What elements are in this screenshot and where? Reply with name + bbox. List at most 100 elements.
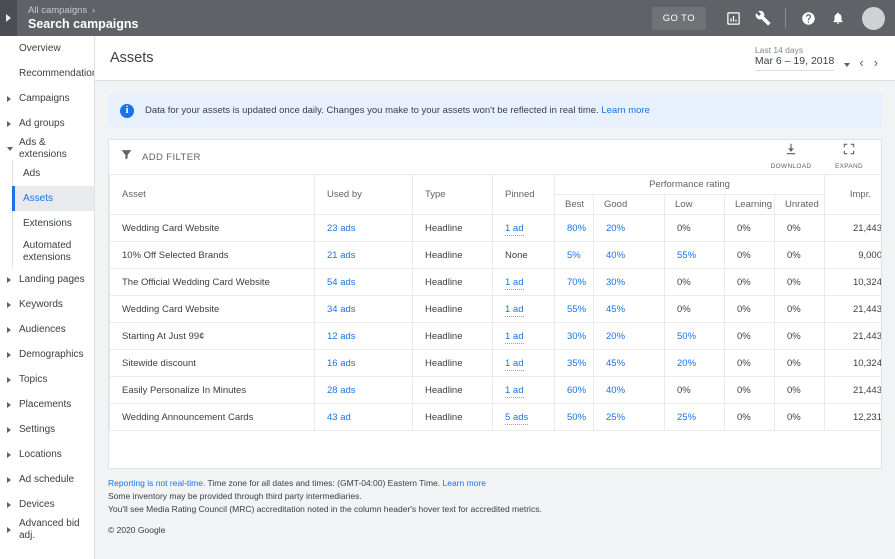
sidebar-item-landing-pages[interactable]: Landing pages: [0, 267, 94, 292]
sidebar-item-automated-extensions[interactable]: Automated extensions: [13, 236, 94, 267]
cell-pinned[interactable]: 1 ad: [493, 377, 555, 404]
cell-used-by[interactable]: 12 ads: [315, 323, 413, 350]
sidebar-item-audiences[interactable]: Audiences: [0, 317, 94, 342]
cell-low-link[interactable]: 20%: [677, 358, 696, 369]
cell-used-by[interactable]: 16 ads: [315, 350, 413, 377]
cell-low[interactable]: 20%: [665, 350, 725, 377]
go-to-button[interactable]: GO TO: [652, 7, 706, 30]
cell-best-link[interactable]: 5%: [567, 250, 581, 261]
download-button[interactable]: DOWNLOAD: [769, 142, 813, 170]
sidebar-item-advanced-bid-adj[interactable]: Advanced bid adj.: [0, 517, 94, 542]
cell-used-by[interactable]: 43 ad: [315, 404, 413, 431]
cell-good[interactable]: 30%: [594, 269, 665, 296]
cell-low-link[interactable]: 55%: [677, 250, 696, 261]
cell-used-by[interactable]: 21 ads: [315, 242, 413, 269]
cell-best[interactable]: 80%: [555, 215, 594, 242]
column-header-pinned[interactable]: Pinned: [493, 175, 555, 215]
chevron-down-icon[interactable]: [844, 63, 850, 67]
cell-pinned-link[interactable]: 1 ad: [505, 223, 524, 236]
cell-used-by-link[interactable]: 23 ads: [327, 223, 356, 234]
bar-chart-icon[interactable]: [718, 3, 748, 33]
add-filter-button[interactable]: ADD FILTER: [120, 148, 201, 166]
cell-pinned[interactable]: 1 ad: [493, 323, 555, 350]
cell-best[interactable]: 30%: [555, 323, 594, 350]
cell-good-link[interactable]: 45%: [606, 358, 625, 369]
sidebar-item-assets[interactable]: Assets: [13, 186, 94, 211]
sidebar-item-ad-schedule[interactable]: Ad schedule: [0, 467, 94, 492]
sidebar-item-devices[interactable]: Devices: [0, 492, 94, 517]
cell-used-by[interactable]: 54 ads: [315, 269, 413, 296]
cell-best[interactable]: 35%: [555, 350, 594, 377]
cell-good[interactable]: 20%: [594, 215, 665, 242]
cell-good[interactable]: 40%: [594, 377, 665, 404]
cell-good[interactable]: 40%: [594, 242, 665, 269]
learn-more-link[interactable]: Learn more: [601, 105, 650, 116]
cell-good[interactable]: 45%: [594, 350, 665, 377]
cell-best[interactable]: 50%: [555, 404, 594, 431]
cell-pinned-link[interactable]: 1 ad: [505, 331, 524, 344]
column-header-best[interactable]: Best: [555, 195, 594, 215]
cell-used-by-link[interactable]: 54 ads: [327, 277, 356, 288]
previous-period-button[interactable]: ‹: [854, 55, 868, 71]
cell-good-link[interactable]: 20%: [606, 331, 625, 342]
avatar[interactable]: [862, 7, 885, 30]
cell-low-link[interactable]: 50%: [677, 331, 696, 342]
cell-used-by[interactable]: 34 ads: [315, 296, 413, 323]
sidebar-expand-button[interactable]: [0, 0, 17, 36]
reporting-not-realtime-link[interactable]: Reporting is not real-time.: [108, 478, 205, 488]
sidebar-item-ad-groups[interactable]: Ad groups: [0, 111, 94, 136]
cell-used-by-link[interactable]: 34 ads: [327, 304, 356, 315]
cell-used-by[interactable]: 23 ads: [315, 215, 413, 242]
sidebar-item-ads-and-extensions[interactable]: Ads & extensions: [0, 136, 94, 161]
column-header-asset[interactable]: Asset: [110, 175, 315, 215]
cell-low[interactable]: 50%: [665, 323, 725, 350]
footer-learn-more-link[interactable]: Learn more: [442, 478, 485, 488]
sidebar-item-campaigns[interactable]: Campaigns: [0, 86, 94, 111]
cell-good-link[interactable]: 40%: [606, 250, 625, 261]
cell-pinned-link[interactable]: 1 ad: [505, 277, 524, 290]
sidebar-item-topics[interactable]: Topics: [0, 367, 94, 392]
cell-good-link[interactable]: 20%: [606, 223, 625, 234]
cell-used-by-link[interactable]: 21 ads: [327, 250, 356, 261]
breadcrumb-parent-link[interactable]: All campaigns: [28, 6, 87, 16]
cell-best[interactable]: 55%: [555, 296, 594, 323]
cell-best-link[interactable]: 80%: [567, 223, 586, 234]
column-header-low[interactable]: Low: [665, 195, 725, 215]
cell-good-link[interactable]: 25%: [606, 412, 625, 423]
column-header-learning[interactable]: Learning: [725, 195, 775, 215]
cell-pinned-link[interactable]: 1 ad: [505, 304, 524, 317]
sidebar-item-recommendations[interactable]: Recommendations: [0, 61, 94, 86]
bell-icon[interactable]: [823, 3, 853, 33]
next-period-button[interactable]: ›: [869, 55, 883, 71]
cell-used-by-link[interactable]: 43 ad: [327, 412, 351, 423]
help-icon[interactable]: [793, 3, 823, 33]
cell-best-link[interactable]: 55%: [567, 304, 586, 315]
column-header-impressions[interactable]: Impr.: [825, 175, 883, 215]
cell-good[interactable]: 25%: [594, 404, 665, 431]
sidebar-item-extensions[interactable]: Extensions: [13, 211, 94, 236]
cell-pinned[interactable]: 1 ad: [493, 296, 555, 323]
cell-pinned-link[interactable]: 5 ads: [505, 412, 528, 425]
column-header-used-by[interactable]: Used by: [315, 175, 413, 215]
cell-good[interactable]: 20%: [594, 323, 665, 350]
column-header-unrated[interactable]: Unrated: [775, 195, 825, 215]
cell-pinned-link[interactable]: 1 ad: [505, 385, 524, 398]
sidebar-item-locations[interactable]: Locations: [0, 442, 94, 467]
cell-used-by-link[interactable]: 16 ads: [327, 358, 356, 369]
cell-pinned-link[interactable]: 1 ad: [505, 358, 524, 371]
cell-best-link[interactable]: 60%: [567, 385, 586, 396]
column-header-type[interactable]: Type: [413, 175, 493, 215]
cell-low[interactable]: 55%: [665, 242, 725, 269]
cell-used-by-link[interactable]: 12 ads: [327, 331, 356, 342]
cell-best[interactable]: 60%: [555, 377, 594, 404]
cell-low-link[interactable]: 25%: [677, 412, 696, 423]
cell-pinned[interactable]: 5 ads: [493, 404, 555, 431]
cell-best[interactable]: 70%: [555, 269, 594, 296]
cell-good-link[interactable]: 30%: [606, 277, 625, 288]
sidebar-item-ads[interactable]: Ads: [13, 161, 94, 186]
cell-best-link[interactable]: 70%: [567, 277, 586, 288]
sidebar-item-placements[interactable]: Placements: [0, 392, 94, 417]
wrench-icon[interactable]: [748, 3, 778, 33]
cell-good[interactable]: 45%: [594, 296, 665, 323]
sidebar-item-settings[interactable]: Settings: [0, 417, 94, 442]
